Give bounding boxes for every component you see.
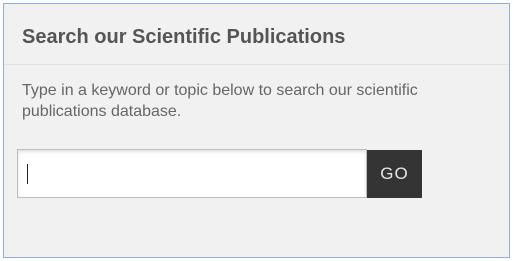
widget-title: Search our Scientific Publications: [22, 26, 346, 48]
widget-description: Type in a keyword or topic below to sear…: [22, 82, 418, 120]
go-button[interactable]: GO: [367, 150, 422, 198]
search-input[interactable]: [18, 150, 366, 197]
text-caret: [27, 164, 28, 184]
search-field[interactable]: [17, 149, 367, 198]
search-publications-widget: Search our Scientific Publications Type …: [3, 3, 510, 258]
title-divider: [4, 64, 509, 65]
